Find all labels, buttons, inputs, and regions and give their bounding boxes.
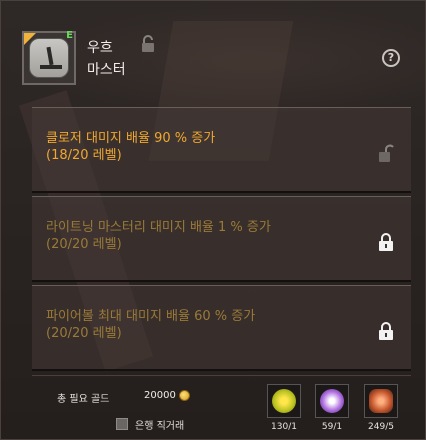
header-unlock-icon bbox=[142, 35, 154, 52]
material-slot[interactable] bbox=[267, 384, 301, 418]
option-level: (18/20 레벨) bbox=[46, 148, 122, 163]
skill-icon[interactable]: E bbox=[22, 30, 76, 85]
orange-horn-material-icon bbox=[369, 389, 393, 413]
material-count: 249/5 bbox=[368, 422, 394, 432]
option-text: 클로저 대미지 배율 90 % 증가 (18/20 레벨) bbox=[46, 130, 215, 164]
option-level: (20/20 레벨) bbox=[46, 237, 122, 252]
help-button[interactable]: ? bbox=[382, 49, 400, 67]
cost-label: 총 필요 골드 bbox=[57, 394, 110, 405]
option-row[interactable]: 클로저 대미지 배율 90 % 증가 (18/20 레벨) bbox=[32, 107, 411, 193]
option-title: 클로저 대미지 배율 90 % 증가 bbox=[46, 131, 216, 146]
material-count: 130/1 bbox=[271, 422, 297, 432]
lock-icon[interactable] bbox=[378, 321, 394, 341]
material-slot[interactable] bbox=[364, 384, 398, 418]
option-level: (20/20 레벨) bbox=[46, 326, 122, 341]
cost-value: 20000 bbox=[144, 390, 176, 401]
yellow-sun-material-icon bbox=[272, 389, 296, 413]
bank-trade-checkbox[interactable] bbox=[116, 418, 128, 430]
option-title: 라이트닝 마스터리 대미지 배율 1 % 증가 bbox=[46, 220, 271, 235]
option-title: 파이어볼 최대 대미지 배율 60 % 증가 bbox=[46, 309, 256, 324]
skill-grade-badge: E bbox=[66, 30, 73, 41]
skill-rank: 마스터 bbox=[87, 62, 126, 78]
gold-coin-icon bbox=[179, 390, 190, 401]
material-slot[interactable] bbox=[315, 384, 349, 418]
upgrade-window: E 우흐 마스터 ? 클로저 대미지 배율 90 % 증가 (18/20 레벨)… bbox=[0, 0, 426, 440]
footer-divider bbox=[32, 375, 411, 376]
skill-name: 우흐 bbox=[87, 40, 113, 56]
material-count: 59/1 bbox=[321, 422, 343, 432]
bank-trade-label: 은행 직거래 bbox=[135, 421, 185, 432]
option-row[interactable]: 라이트닝 마스터리 대미지 배율 1 % 증가 (20/20 레벨) bbox=[32, 196, 411, 282]
option-text: 파이어볼 최대 대미지 배율 60 % 증가 (20/20 레벨) bbox=[46, 308, 255, 342]
unlock-icon[interactable] bbox=[378, 143, 394, 163]
corner-marker bbox=[24, 33, 36, 45]
lock-icon[interactable] bbox=[378, 232, 394, 252]
option-text: 라이트닝 마스터리 대미지 배율 1 % 증가 (20/20 레벨) bbox=[46, 219, 271, 253]
purple-orb-material-icon bbox=[320, 389, 344, 413]
option-row[interactable]: 파이어볼 최대 대미지 배율 60 % 증가 (20/20 레벨) bbox=[32, 285, 411, 371]
